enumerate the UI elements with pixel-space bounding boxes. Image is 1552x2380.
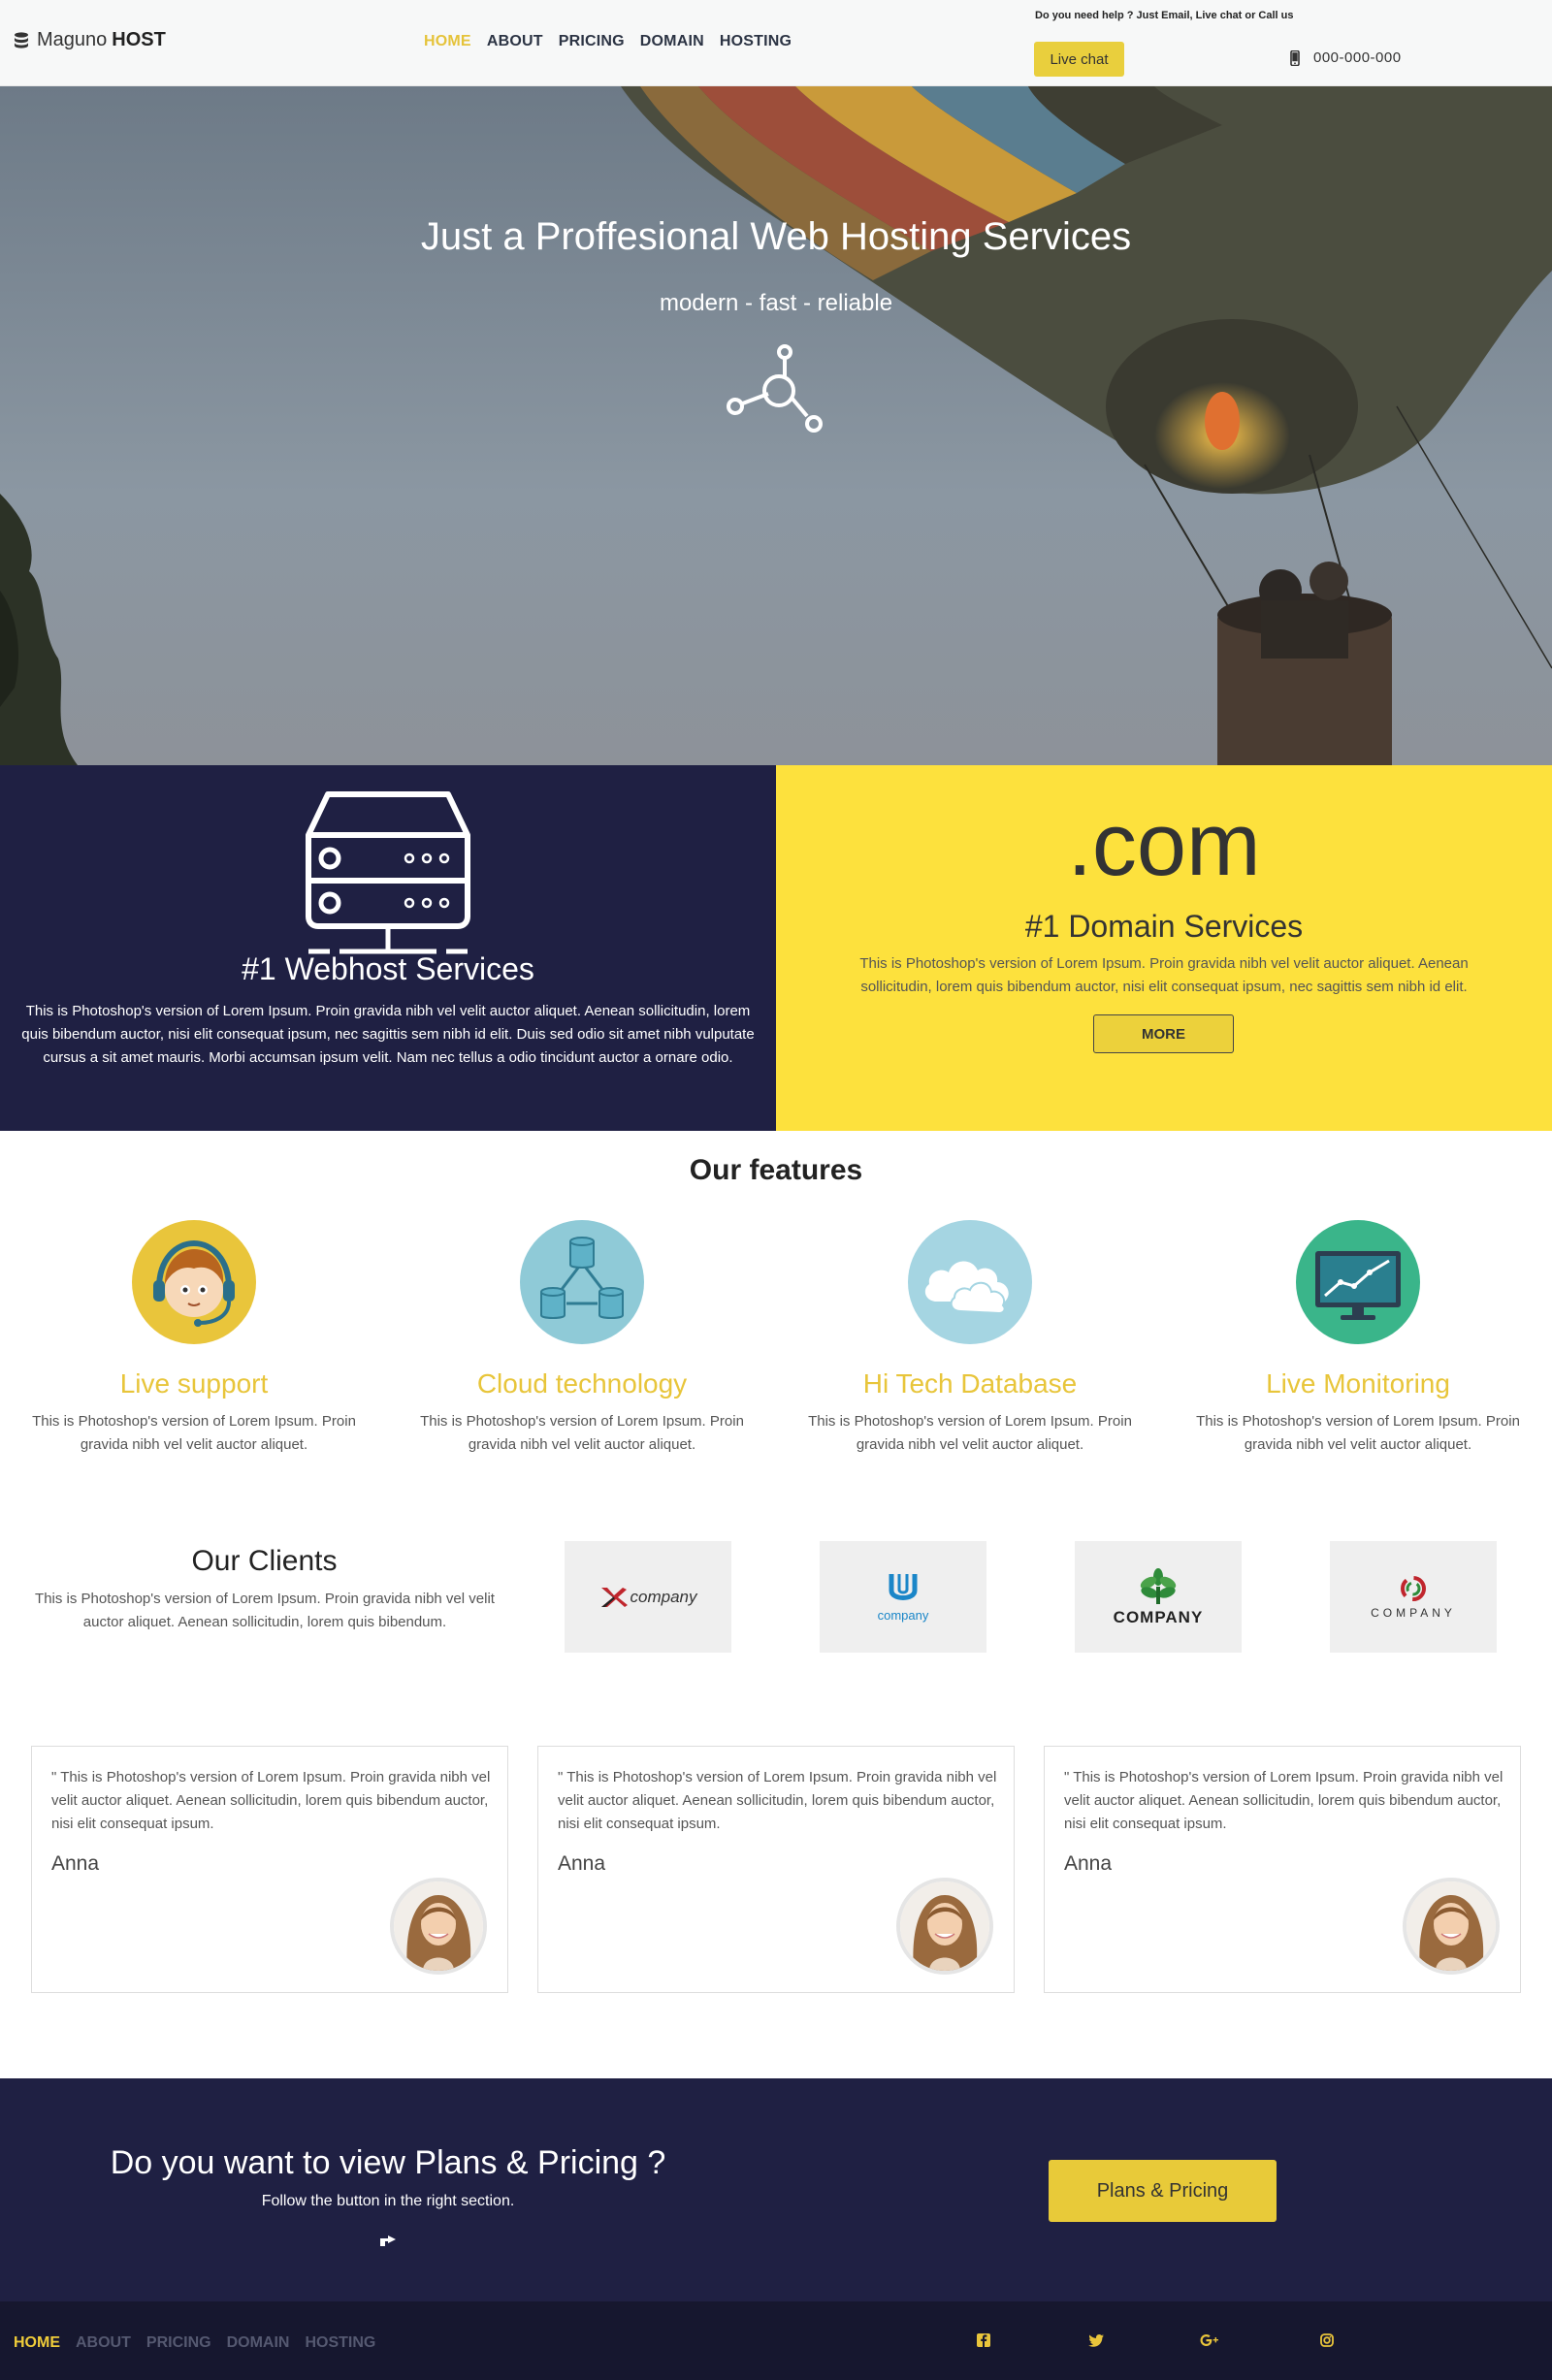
domain-text: This is Photoshop's version of Lorem Ips… <box>859 955 1469 995</box>
feature-text: This is Photoshop's version of Lorem Ips… <box>808 1413 1132 1453</box>
features-title: Our features <box>689 1154 863 1186</box>
footer-nav: HOME ABOUT PRICING DOMAIN HOSTING <box>14 2334 375 2352</box>
testimonial-quote: " This is Photoshop's version of Lorem I… <box>558 1769 997 1832</box>
testimonial-author: Anna <box>558 1852 606 1875</box>
webhost-text: This is Photoshop's version of Lorem Ips… <box>21 1003 755 1066</box>
nav-home[interactable]: HOME <box>424 33 471 50</box>
nav-hosting[interactable]: HOSTING <box>720 33 792 50</box>
testimonial-quote: " This is Photoshop's version of Lorem I… <box>1064 1769 1504 1832</box>
swirl-logo-icon <box>1401 1575 1426 1601</box>
feature-text: This is Photoshop's version of Lorem Ips… <box>420 1413 744 1453</box>
google-plus-icon[interactable] <box>1200 2331 1219 2350</box>
phone-contact[interactable]: 000-000-000 <box>1290 49 1402 66</box>
webhost-title: #1 Webhost Services <box>242 951 534 986</box>
footer-nav-pricing[interactable]: PRICING <box>146 2334 211 2352</box>
footer-nav-home[interactable]: HOME <box>14 2334 60 2352</box>
tree-logo-icon <box>1140 1567 1177 1604</box>
domain-title: #1 Domain Services <box>1024 909 1304 944</box>
testimonial-card: " This is Photoshop's version of Lorem I… <box>537 1746 1015 1993</box>
nav-about[interactable]: ABOUT <box>487 33 543 50</box>
live-chat-button[interactable]: Live chat <box>1034 42 1124 77</box>
site-header: Maguno HOST HOME ABOUT PRICING DOMAIN HO… <box>0 0 1552 86</box>
testimonial-card: " This is Photoshop's version of Lorem I… <box>1044 1746 1521 1993</box>
webhost-services-panel: #1 Webhost Services This is Photoshop's … <box>0 765 776 1131</box>
client-logo-3[interactable]: COMPANY <box>1075 1541 1242 1653</box>
cta-subtitle: Follow the button in the right section. <box>261 2193 515 2209</box>
avatar <box>1403 1878 1500 1975</box>
client-logo-1[interactable]: company <box>565 1541 731 1653</box>
avatar <box>896 1878 993 1975</box>
client-logo-label: COMPANY <box>1113 1607 1204 1626</box>
plans-pricing-button[interactable]: Plans & Pricing <box>1049 2160 1277 2222</box>
footer-nav-domain[interactable]: DOMAIN <box>227 2334 290 2352</box>
pricing-cta-section: Do you want to view Plans & Pricing ? Fo… <box>0 2078 1552 2301</box>
mobile-phone-icon <box>1290 49 1300 66</box>
domain-tld: .com <box>1067 795 1261 894</box>
more-button[interactable]: MORE <box>1093 1014 1234 1053</box>
facebook-icon[interactable] <box>974 2331 993 2350</box>
share-nodes-icon <box>727 344 823 433</box>
footer-nav-about[interactable]: ABOUT <box>76 2334 131 2352</box>
hero-banner: Just a Proffesional Web Hosting Services… <box>0 86 1552 765</box>
testimonial-author: Anna <box>51 1852 100 1875</box>
main-nav: HOME ABOUT PRICING DOMAIN HOSTING <box>424 33 792 50</box>
brand-name: Maguno <box>37 29 108 50</box>
hero-title: Just a Proffesional Web Hosting Services <box>420 215 1132 258</box>
brand-suffix: HOST <box>112 29 166 50</box>
client-logo-2[interactable]: company <box>820 1541 986 1653</box>
testimonial-quote: " This is Photoshop's version of Lorem I… <box>51 1769 491 1832</box>
database-icon <box>15 31 28 48</box>
phone-number: 000-000-000 <box>1313 49 1402 66</box>
feature-text: This is Photoshop's version of Lorem Ips… <box>1196 1413 1520 1453</box>
pointing-hand-icon <box>380 2235 396 2246</box>
headset-support-icon <box>132 1220 256 1344</box>
feature-text: This is Photoshop's version of Lorem Ips… <box>32 1413 356 1453</box>
instagram-icon[interactable] <box>1317 2331 1337 2350</box>
feature-title: Cloud technology <box>476 1368 688 1399</box>
feature-title: Hi Tech Database <box>862 1368 1078 1399</box>
footer-nav-hosting[interactable]: HOSTING <box>305 2334 375 2352</box>
site-footer: HOME ABOUT PRICING DOMAIN HOSTING <box>0 2301 1552 2380</box>
clients-title: Our Clients <box>191 1545 338 1577</box>
client-logo-4[interactable]: COMPANY <box>1330 1541 1497 1653</box>
feature-title: Live support <box>119 1368 269 1399</box>
client-logo-label: COMPANY <box>1371 1605 1456 1620</box>
avatar <box>390 1878 487 1975</box>
twitter-icon[interactable] <box>1086 2331 1106 2350</box>
client-logo-label: company <box>877 1608 929 1623</box>
nav-domain[interactable]: DOMAIN <box>640 33 704 50</box>
cloud-icon <box>908 1220 1032 1344</box>
domain-services-panel: .com #1 Domain Services This is Photosho… <box>776 765 1552 1131</box>
hero-subtitle: modern - fast - reliable <box>659 290 893 316</box>
x-logo-icon <box>600 1587 628 1607</box>
server-icon <box>306 791 470 954</box>
nav-pricing[interactable]: PRICING <box>559 33 625 50</box>
cta-title: Do you want to view Plans & Pricing ? <box>110 2144 666 2181</box>
testimonial-card: " This is Photoshop's version of Lorem I… <box>31 1746 508 1993</box>
u-logo-icon <box>889 1574 918 1600</box>
help-text: Do you need help ? Just Email, Live chat… <box>1035 10 1294 21</box>
brand-logo[interactable]: Maguno HOST <box>14 29 166 51</box>
testimonial-author: Anna <box>1064 1852 1113 1875</box>
network-database-icon <box>520 1220 644 1344</box>
monitor-chart-icon <box>1296 1220 1420 1344</box>
feature-title: Live Monitoring <box>1266 1368 1450 1399</box>
client-logo-label: company <box>630 1587 697 1606</box>
clients-text: This is Photoshop's version of Lorem Ips… <box>35 1591 495 1630</box>
